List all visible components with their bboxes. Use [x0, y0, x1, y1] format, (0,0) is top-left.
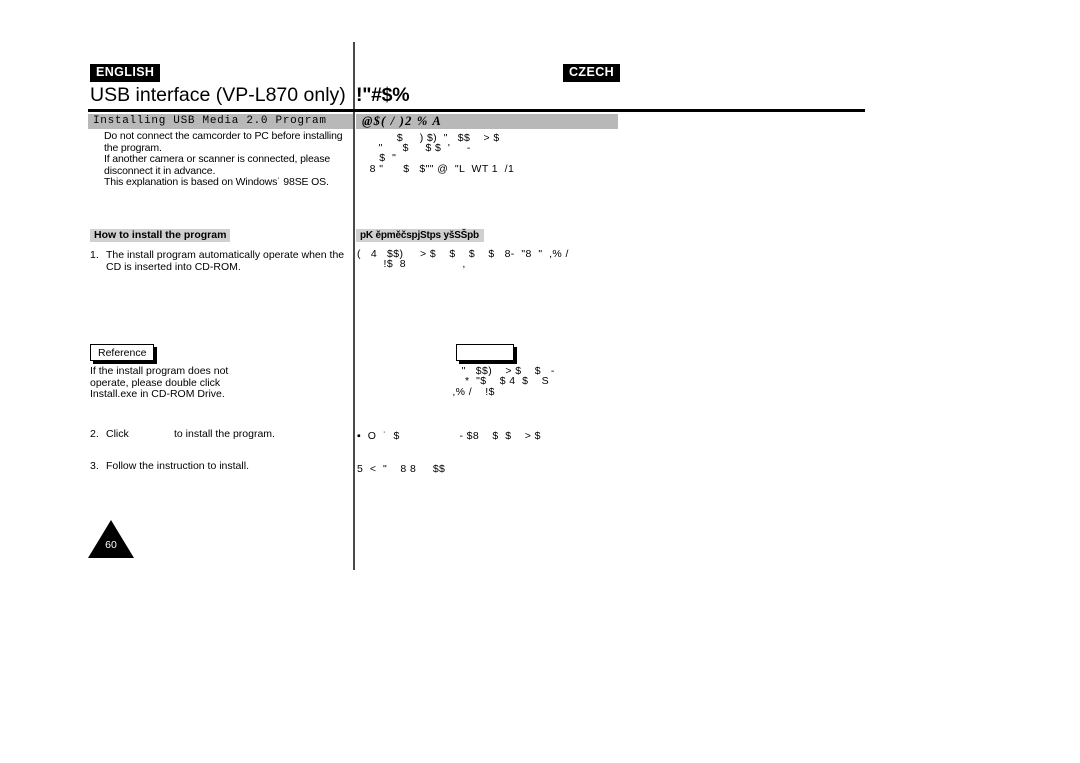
subheading-how-to-install: How to install the program — [90, 229, 231, 242]
step-2-number: 2. — [90, 428, 99, 440]
subheading-czech: pK ěpměčspjStps yšSŠpb — [356, 229, 484, 242]
reference-label-english: Reference — [90, 344, 155, 361]
language-tag-czech: CZECH — [563, 64, 621, 82]
page-number: 60 — [105, 539, 117, 551]
section-banner-english: Installing USB Media 2.0 Program — [88, 114, 353, 129]
step-1-number: 1. — [90, 249, 99, 261]
step-3-text: Follow the instruction to install. — [106, 460, 249, 472]
reference-body-english: If the install program does not operate,… — [90, 365, 229, 401]
chapter-title-english: USB interface (VP-L870 only) — [90, 84, 346, 106]
manual-page: ENGLISH CZECH USB interface (VP-L870 onl… — [0, 0, 1080, 763]
chapter-title-czech: !"#$% — [356, 84, 410, 106]
footer-line-2-czech: 5 < " 8 8 $$ — [357, 463, 446, 475]
intro-paragraph-english: Do not connect the camcorder to PC befor… — [104, 130, 343, 189]
footer-line-1-czech: ▪ O ˙ $ - $8 $ $ > $ — [357, 430, 541, 442]
section-banner-czech: @$( / )2 % A — [356, 114, 618, 129]
column-divider — [353, 42, 355, 570]
page-number-marker: 60 — [88, 520, 134, 558]
intro-line-4-czech: 8 " $ $"" @ "L WT 1 /1 — [363, 163, 515, 175]
reference-label-czech — [456, 344, 514, 361]
language-tag-english: ENGLISH — [90, 64, 161, 82]
step-2-text-after: to install the program. — [174, 428, 275, 440]
reference-body-line-3-czech: ,% / !$ — [449, 386, 495, 398]
step-3-number: 3. — [90, 460, 99, 472]
title-underline-rule — [88, 109, 865, 112]
step-1-text: The install program automatically operat… — [106, 249, 345, 273]
step-2-text-before: Click — [106, 428, 129, 440]
step-line-2-czech: !$ 8 , — [357, 258, 466, 270]
